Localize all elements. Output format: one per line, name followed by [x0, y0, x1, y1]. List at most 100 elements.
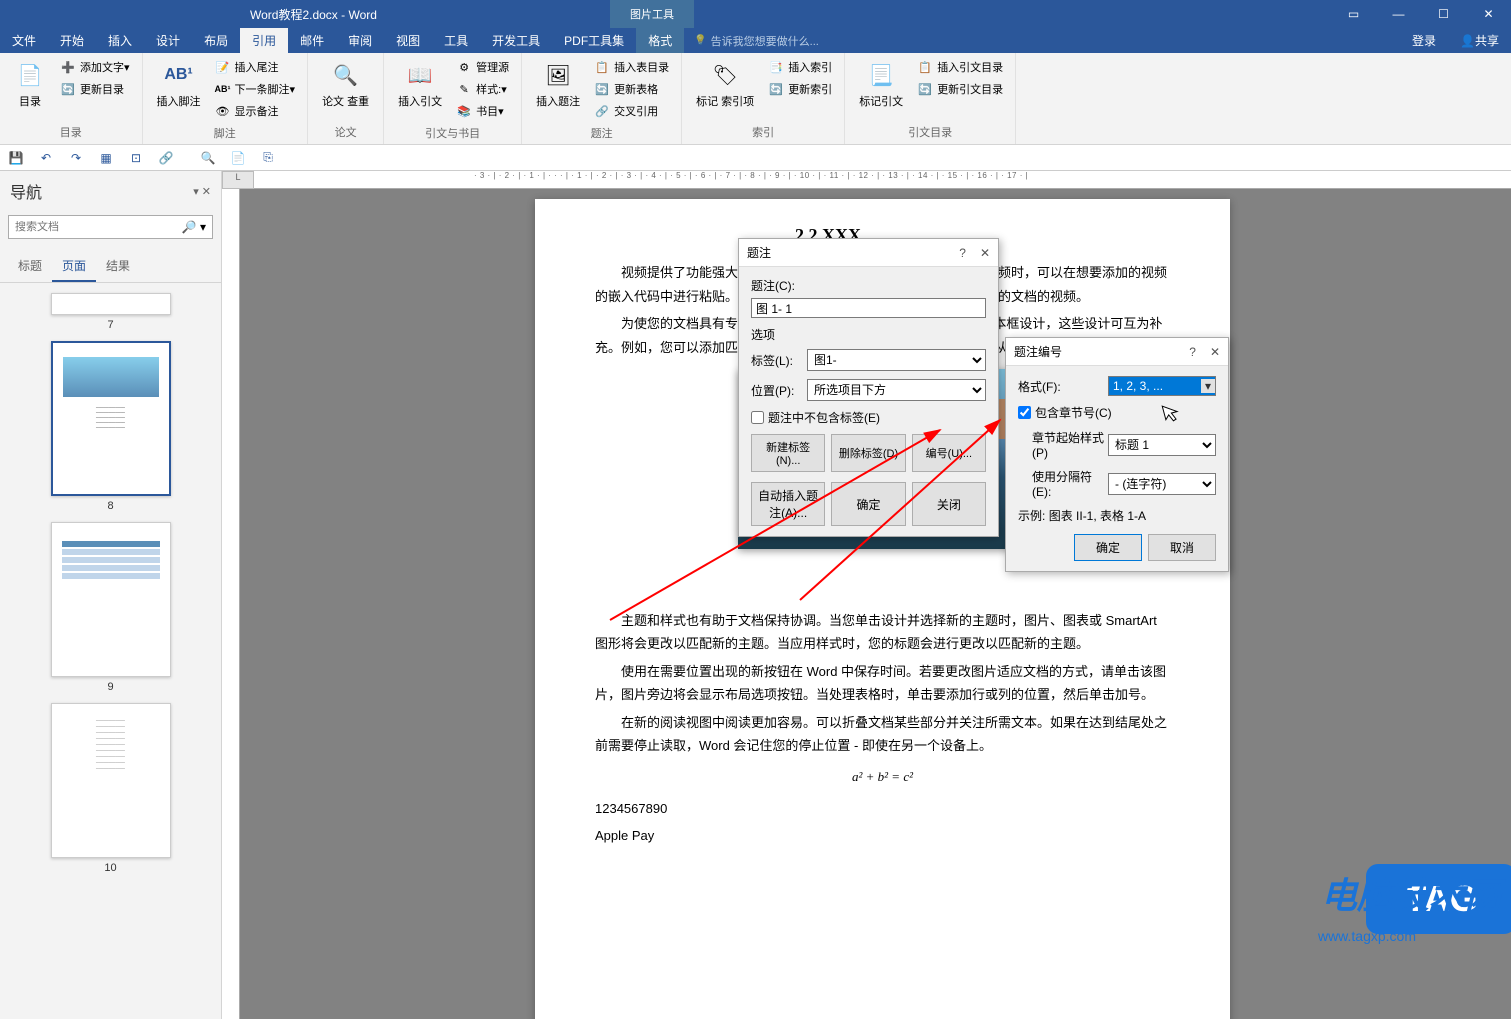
exclude-checkbox[interactable] — [751, 411, 764, 424]
quick-access-toolbar: 💾 ↶ ↷ ▦ ⊡ 🔗 🔍 📄 ⎘ — [0, 145, 1511, 171]
insert-index-button[interactable]: 📑插入索引 — [764, 57, 836, 77]
dialog-close-icon[interactable]: ✕ — [1210, 345, 1220, 359]
tab-pdftools[interactable]: PDF工具集 — [552, 28, 636, 53]
qat-icon-7[interactable]: 🔍 — [200, 150, 216, 166]
tab-view[interactable]: 视图 — [384, 28, 432, 53]
label-select[interactable]: 图1- — [807, 349, 986, 371]
toc-button[interactable]: 📄目录 — [6, 55, 54, 113]
doc-text: 1234567890 — [595, 797, 1170, 820]
tab-layout[interactable]: 布局 — [192, 28, 240, 53]
horizontal-ruler[interactable]: · 3 · | · 2 · | · 1 · | · · · | · 1 · | … — [254, 171, 1511, 189]
login-button[interactable]: 登录 — [1400, 28, 1448, 53]
auto-caption-button[interactable]: 自动插入题注(A)... — [751, 482, 825, 526]
watermark-url: www.tagxp.com — [1318, 928, 1416, 944]
page-thumbnail[interactable]: 7 — [51, 293, 171, 331]
mark-index-button[interactable]: 🏷标记 索引项 — [688, 55, 762, 113]
tab-format[interactable]: 格式 — [636, 28, 684, 53]
include-chapter-label: 包含章节号(C) — [1035, 404, 1112, 421]
search-icon[interactable]: 🔎 ▾ — [182, 220, 206, 234]
help-icon[interactable]: ? — [959, 246, 966, 260]
new-label-button[interactable]: 新建标签(N)... — [751, 434, 825, 472]
tab-references[interactable]: 引用 — [240, 28, 288, 53]
update-index-button[interactable]: 🔄更新索引 — [764, 79, 836, 99]
caption-numbering-dialog: 题注编号 ?✕ 格式(F): 1, 2, 3, ... 包含章节号(C) 章节起… — [1005, 337, 1229, 572]
include-chapter-checkbox[interactable] — [1018, 406, 1031, 419]
next-footnote-button[interactable]: AB¹下一条脚注 ▾ — [211, 79, 300, 99]
doc-paragraph: 在新的阅读视图中阅读更加容易。可以折叠文档某些部分并关注所需文本。如果在达到结尾… — [595, 711, 1170, 758]
tab-review[interactable]: 审阅 — [336, 28, 384, 53]
vertical-ruler[interactable] — [222, 189, 240, 1019]
dialog-close-icon[interactable]: ✕ — [980, 246, 990, 260]
insert-caption-button[interactable]: 🖼插入题注 — [528, 55, 588, 113]
close-button[interactable]: 关闭 — [912, 482, 986, 526]
ok-button[interactable]: 确定 — [1074, 534, 1142, 561]
mark-citation-button[interactable]: 📃标记引文 — [851, 55, 911, 113]
formula: a² + b² = c² — [595, 765, 1170, 788]
maximize-icon[interactable]: ☐ — [1421, 0, 1466, 28]
tab-tools[interactable]: 工具 — [432, 28, 480, 53]
insert-footnote-button[interactable]: AB¹插入脚注 — [149, 55, 209, 113]
nav-tab-pages[interactable]: 页面 — [52, 251, 96, 282]
update-authorities-button[interactable]: 🔄更新引文目录 — [913, 79, 1007, 99]
nav-title: 导航 — [10, 179, 42, 203]
add-text-button[interactable]: ➕添加文字 ▾ — [56, 57, 134, 77]
position-select[interactable]: 所选项目下方 — [807, 379, 986, 401]
insert-endnote-button[interactable]: 📝插入尾注 — [211, 57, 300, 77]
close-icon[interactable]: ✕ — [1466, 0, 1511, 28]
page-thumbnail[interactable]: ━━━━━━━━━━━━━━━━━━━━━━━━━━━━━━━━━━━━━━━━… — [51, 341, 171, 512]
tab-file[interactable]: 文件 — [0, 28, 48, 53]
save-icon[interactable]: 💾 — [8, 150, 24, 166]
group-footnote: 脚注 — [149, 123, 302, 143]
chapter-style-select[interactable]: 标题 1 — [1108, 434, 1216, 456]
caption-input[interactable] — [751, 298, 986, 318]
example-label: 示例: — [1018, 507, 1045, 524]
delete-label-button[interactable]: 删除标签(D) — [831, 434, 905, 472]
ribbon-options-icon[interactable]: ▭ — [1331, 0, 1376, 28]
tab-design[interactable]: 设计 — [144, 28, 192, 53]
qat-icon-5[interactable]: ⊡ — [128, 150, 144, 166]
ruler-corner[interactable]: L — [222, 171, 254, 189]
update-toc-button[interactable]: 🔄更新目录 — [56, 79, 134, 99]
group-citation: 引文与书目 — [390, 123, 515, 143]
dialog-title: 题注 — [747, 244, 771, 261]
qat-icon-9[interactable]: ⎘ — [260, 150, 276, 166]
tab-mailings[interactable]: 邮件 — [288, 28, 336, 53]
insert-citation-button[interactable]: 📖插入引文 — [390, 55, 450, 113]
undo-icon[interactable]: ↶ — [38, 150, 54, 166]
show-notes-button[interactable]: 👁显示备注 — [211, 101, 300, 121]
bibliography-button[interactable]: 📚书目 ▾ — [452, 101, 513, 121]
update-table-button[interactable]: 🔄更新表格 — [590, 79, 673, 99]
nav-search[interactable]: 🔎 ▾ — [8, 215, 213, 239]
page-thumbnail[interactable]: 9 — [51, 522, 171, 693]
qat-icon-8[interactable]: 📄 — [230, 150, 246, 166]
qat-icon-6[interactable]: 🔗 — [158, 150, 174, 166]
qat-icon-4[interactable]: ▦ — [98, 150, 114, 166]
group-caption: 题注 — [528, 123, 675, 143]
numbering-button[interactable]: 编号(U)... — [912, 434, 986, 472]
page-thumbnail[interactable]: ━━━━━━━━━━━━━━━━━━━━━━━━━━━━━━━━━━━━━━━━… — [51, 703, 171, 874]
help-icon[interactable]: ? — [1189, 345, 1196, 359]
tab-devtools[interactable]: 开发工具 — [480, 28, 552, 53]
nav-tab-results[interactable]: 结果 — [96, 251, 140, 282]
tab-insert[interactable]: 插入 — [96, 28, 144, 53]
minimize-icon[interactable]: — — [1376, 0, 1421, 28]
citation-style-button[interactable]: ✎样式: ▾ — [452, 79, 513, 99]
research-button[interactable]: 🔍论文 查重 — [314, 55, 377, 113]
insert-authorities-button[interactable]: 📋插入引文目录 — [913, 57, 1007, 77]
nav-search-input[interactable] — [15, 221, 182, 233]
nav-close-icon[interactable]: ▾ ✕ — [193, 185, 211, 198]
share-button[interactable]: 👤 共享 — [1448, 28, 1511, 53]
doc-text: Apple Pay — [595, 824, 1170, 847]
tell-me-input[interactable]: 告诉我您想要做什么... — [694, 33, 819, 49]
manage-sources-button[interactable]: ⚙管理源 — [452, 57, 513, 77]
cross-reference-button[interactable]: 🔗交叉引用 — [590, 101, 673, 121]
insert-table-figures-button[interactable]: 📋插入表目录 — [590, 57, 673, 77]
separator-select[interactable]: - (连字符) — [1108, 473, 1216, 495]
page-number: 10 — [51, 862, 171, 874]
format-select[interactable]: 1, 2, 3, ... — [1108, 376, 1216, 396]
redo-icon[interactable]: ↷ — [68, 150, 84, 166]
nav-tab-headings[interactable]: 标题 — [8, 251, 52, 282]
cancel-button[interactable]: 取消 — [1148, 534, 1216, 561]
ok-button[interactable]: 确定 — [831, 482, 905, 526]
tab-home[interactable]: 开始 — [48, 28, 96, 53]
